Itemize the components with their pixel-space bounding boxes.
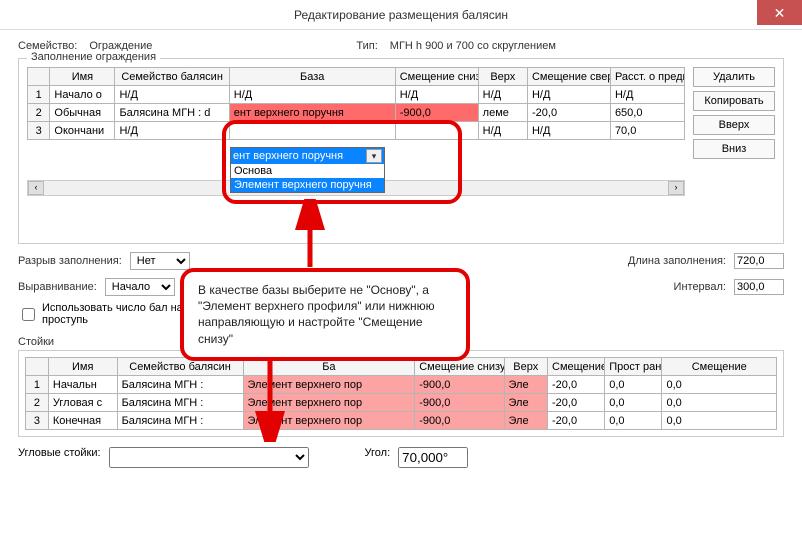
posts-table[interactable]: Имя Семейство балясин Ба Смещение снизу …: [25, 357, 777, 430]
col-offb: Смещение снизу: [395, 68, 478, 86]
col-family: Семейство балясин: [115, 68, 229, 86]
use-count-checkbox[interactable]: [22, 308, 35, 321]
angle-posts-label: Угловые стойки:: [18, 447, 101, 468]
annotation-callout: В качестве базы выберите не "Основу", а …: [180, 268, 470, 361]
table-row[interactable]: 2 Обычная Балясина МГН : d ент верхнего …: [28, 104, 685, 122]
table-row[interactable]: 3 Окончани Н/Д Н/Д Н/Д 70,0: [28, 122, 685, 140]
col-base: База: [229, 68, 395, 86]
fill-table[interactable]: Имя Семейство балясин База Смещение сниз…: [27, 67, 685, 140]
table-row[interactable]: 1 Начальн Балясина МГН : Элемент верхнег…: [26, 376, 777, 394]
interval-label: Интервал:: [674, 281, 726, 293]
scroll-right-icon[interactable]: ›: [668, 181, 684, 195]
angle-posts-select[interactable]: [109, 447, 309, 468]
col-dist: Расст. о предыдущ: [610, 68, 684, 86]
break-select[interactable]: Нет: [130, 252, 190, 270]
angle-input[interactable]: [398, 447, 468, 468]
break-label: Разрыв заполнения:: [18, 255, 122, 267]
dropdown-option[interactable]: Основа: [231, 164, 384, 178]
close-icon: ✕: [774, 6, 786, 20]
fill-legend: Заполнение ограждения: [27, 51, 160, 63]
close-button[interactable]: ✕: [757, 0, 802, 25]
delete-button[interactable]: Удалить: [693, 67, 775, 87]
table-row[interactable]: 3 Конечная Балясина МГН : Элемент верхне…: [26, 412, 777, 430]
up-button[interactable]: Вверх: [693, 115, 775, 135]
dropdown-option[interactable]: Элемент верхнего поручня: [231, 178, 384, 192]
length-input[interactable]: [734, 253, 784, 269]
align-select[interactable]: Начало: [105, 278, 175, 296]
angle-label: Угол:: [365, 447, 391, 468]
table-row[interactable]: 2 Угловая с Балясина МГН : Элемент верхн…: [26, 394, 777, 412]
table-row[interactable]: 1 Начало о Н/Д Н/Д Н/Д Н/Д Н/Д Н/Д: [28, 86, 685, 104]
window-title: Редактирование размещения балясин: [294, 8, 508, 22]
dropdown-current: ент верхнего поручня: [233, 150, 343, 162]
scroll-left-icon[interactable]: ‹: [28, 181, 44, 195]
type-value: МГН h 900 и 700 со скруглением: [390, 40, 556, 52]
down-button[interactable]: Вниз: [693, 139, 775, 159]
type-label: Тип:: [356, 40, 377, 52]
interval-input[interactable]: [734, 279, 784, 295]
align-label: Выравнивание:: [18, 281, 97, 293]
col-offt: Смещение сверху: [527, 68, 610, 86]
base-dropdown[interactable]: ент верхнего поручня ▾ Основа Элемент ве…: [230, 147, 385, 193]
col-top: Верх: [478, 68, 527, 86]
col-name: Имя: [50, 68, 115, 86]
len-label: Длина заполнения:: [628, 255, 726, 267]
copy-button[interactable]: Копировать: [693, 91, 775, 111]
chevron-down-icon[interactable]: ▾: [366, 149, 382, 163]
